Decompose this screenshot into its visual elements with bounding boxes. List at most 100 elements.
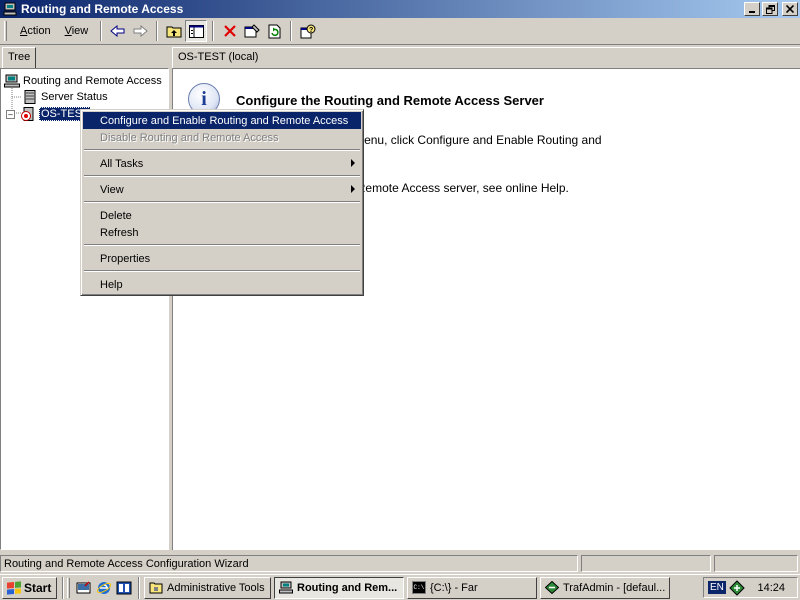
help-icon: ? — [300, 24, 316, 38]
menu-separator — [84, 201, 360, 203]
tree-tab[interactable]: Tree — [2, 47, 36, 68]
content-heading: Configure the Routing and Remote Access … — [236, 93, 544, 108]
taskbar: Start Administrative Tools Routing and R… — [0, 574, 800, 600]
status-text: Routing and Remote Access Configuration … — [0, 554, 578, 572]
menu-item-label: Delete — [100, 209, 132, 222]
task-trafadmin[interactable]: TrafAdmin - [defaul... — [540, 576, 670, 599]
view-menu-mnemonic: V — [64, 25, 72, 37]
menu-item-label: View — [100, 183, 124, 196]
minimize-button[interactable] — [744, 2, 760, 16]
tree-expander-collapse[interactable]: – — [6, 109, 15, 119]
menu-item-label: Configure and Enable Routing and Remote … — [100, 114, 349, 127]
view-menu[interactable]: View — [58, 22, 96, 40]
refresh-button[interactable] — [263, 20, 285, 42]
menu-item-disable: Disable Routing and Remote Access — [83, 129, 361, 146]
menu-item-refresh[interactable]: Refresh — [83, 224, 361, 241]
tree-item-server-status[interactable]: Server Status — [22, 90, 108, 104]
restore-button[interactable] — [762, 2, 778, 16]
tree-item-routing-root[interactable]: Routing and Remote Access — [4, 74, 162, 88]
menu-item-label: Help — [100, 278, 123, 291]
windows-logo-icon — [7, 580, 21, 595]
toolbar: Action View ? — [0, 18, 800, 45]
tree-tab-label: Tree — [8, 51, 31, 63]
context-menu: Configure and Enable Routing and Remote … — [80, 109, 364, 296]
language-indicator[interactable]: EN — [708, 581, 726, 594]
toolbar-separator — [156, 21, 159, 41]
show-hide-tree-icon — [188, 24, 204, 38]
menu-item-label: Properties — [100, 252, 151, 265]
server-status-icon — [24, 90, 36, 104]
clock[interactable]: 14:24 — [757, 582, 785, 594]
restore-icon — [765, 4, 775, 14]
routing-icon — [279, 581, 293, 594]
menu-separator — [84, 244, 360, 246]
properties-button[interactable] — [241, 20, 263, 42]
forward-arrow-icon — [133, 25, 149, 37]
taskbar-separator — [62, 576, 64, 599]
window-title: Routing and Remote Access — [21, 2, 184, 16]
taskbar-separator — [138, 576, 140, 599]
console-icon: C:\ — [412, 581, 426, 594]
back-button[interactable] — [107, 20, 129, 42]
toolbar-separator — [100, 21, 103, 41]
menu-item-label: All Tasks — [100, 157, 144, 170]
status-panel-empty — [714, 554, 798, 572]
internet-explorer-button[interactable] — [94, 577, 114, 599]
menu-item-delete[interactable]: Delete — [83, 207, 361, 224]
back-arrow-icon — [110, 25, 125, 37]
delete-icon — [224, 25, 237, 37]
outlook-express-icon — [116, 581, 132, 594]
trafadmin-icon — [545, 581, 559, 594]
task-label: {C:\} - Far — [430, 581, 478, 594]
status-bar: Routing and Remote Access Configuration … — [0, 553, 800, 573]
status-panel-empty — [581, 554, 711, 572]
menu-item-configure-enable[interactable]: Configure and Enable Routing and Remote … — [83, 112, 361, 129]
svg-text:?: ? — [309, 27, 313, 34]
start-button[interactable]: Start — [2, 576, 57, 599]
close-button[interactable] — [782, 2, 798, 16]
server-stopped-icon — [21, 107, 34, 121]
menu-item-view[interactable]: View — [83, 181, 361, 198]
outlook-express-button[interactable] — [114, 577, 134, 599]
task-label: TrafAdmin - [defaul... — [563, 581, 666, 594]
tree-item-label: Routing and Remote Access — [23, 75, 162, 87]
content-header: OS-TEST (local) — [172, 47, 800, 68]
delete-button[interactable] — [219, 20, 241, 42]
help-button[interactable]: ? — [297, 20, 319, 42]
menu-separator — [84, 175, 360, 177]
routing-app-icon — [3, 2, 17, 16]
action-menu[interactable]: Action — [13, 22, 58, 40]
task-far-manager[interactable]: C:\ {C:\} - Far — [407, 576, 537, 599]
task-routing-remote-access[interactable]: Routing and Rem... — [274, 576, 404, 599]
system-tray: EN 14:24 — [703, 577, 798, 598]
toolbar-grip[interactable] — [4, 21, 7, 41]
show-desktop-button[interactable] — [74, 577, 94, 599]
folder-icon — [149, 582, 163, 594]
network-status-icon[interactable] — [729, 579, 745, 596]
forward-button[interactable] — [129, 20, 151, 42]
menu-item-label: Disable Routing and Remote Access — [100, 131, 279, 144]
close-icon — [786, 5, 794, 13]
quick-launch-grip[interactable] — [67, 577, 70, 598]
computer-network-icon — [4, 74, 20, 88]
task-administrative-tools[interactable]: Administrative Tools — [144, 576, 271, 599]
task-label: Routing and Rem... — [297, 581, 398, 594]
toolbar-separator — [290, 21, 293, 41]
show-hide-tree-button[interactable] — [185, 20, 208, 42]
view-menu-label: iew — [71, 25, 89, 37]
menu-item-all-tasks[interactable]: All Tasks — [83, 155, 361, 172]
menu-separator — [84, 149, 360, 151]
action-menu-label: ction — [27, 25, 51, 37]
menu-item-properties[interactable]: Properties — [83, 250, 361, 267]
menu-separator — [84, 270, 360, 272]
show-desktop-icon — [76, 580, 91, 593]
start-label: Start — [24, 580, 52, 595]
tree-item-os-test[interactable]: – OS-TEST — [6, 107, 91, 121]
refresh-icon — [268, 24, 281, 38]
title-bar[interactable]: Routing and Remote Access — [0, 0, 800, 18]
up-one-level-button[interactable] — [163, 20, 185, 42]
svg-text:C:\: C:\ — [414, 584, 425, 591]
menu-item-help[interactable]: Help — [83, 276, 361, 293]
menu-item-label: Refresh — [100, 226, 139, 239]
submenu-arrow-icon — [351, 185, 355, 193]
